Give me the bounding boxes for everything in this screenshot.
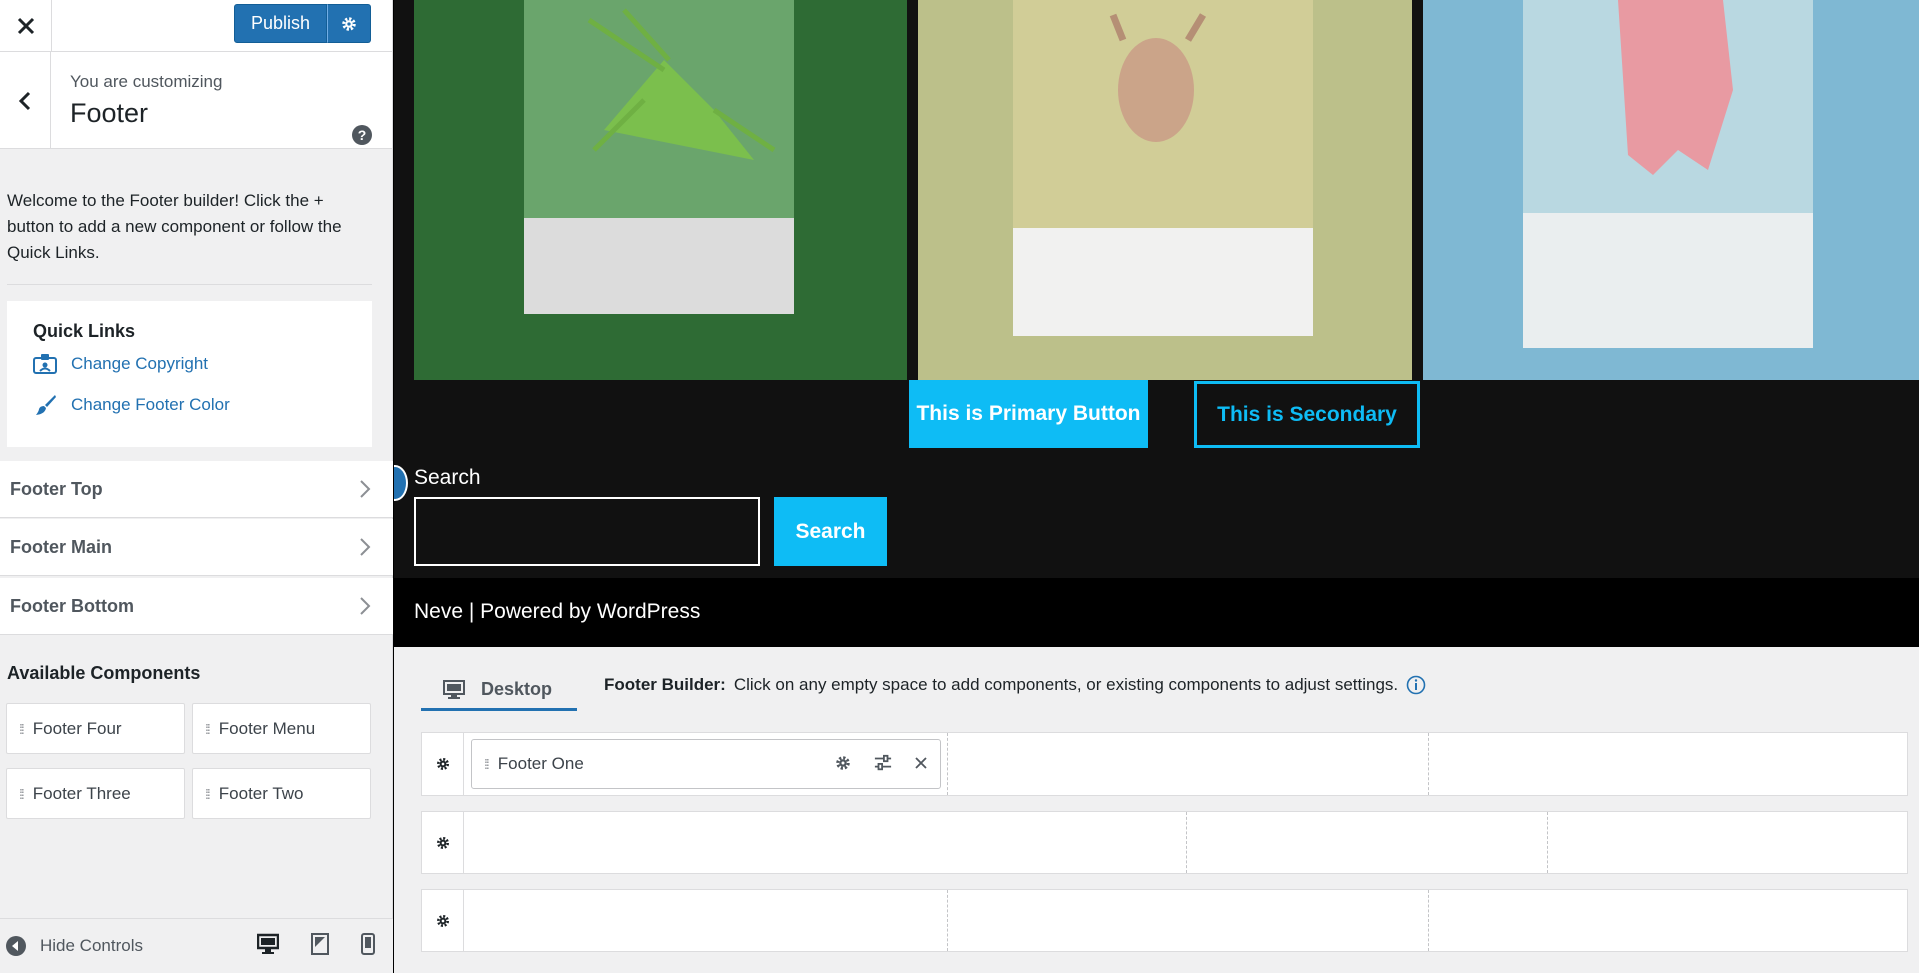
section-item-footer-bottom[interactable]: Footer Bottom bbox=[0, 578, 393, 635]
tablet-icon[interactable] bbox=[311, 933, 329, 955]
svg-text:?: ? bbox=[358, 127, 367, 143]
component-label: Footer Three bbox=[32, 783, 131, 803]
gallery-image-grasshopper bbox=[414, 0, 907, 380]
quick-links-box: Quick Links Change Copyright Change Foot… bbox=[7, 301, 372, 447]
component-actions bbox=[834, 754, 928, 772]
chevron-left-icon bbox=[18, 91, 31, 110]
column-divider bbox=[1186, 812, 1187, 873]
info-icon[interactable] bbox=[1406, 675, 1426, 695]
close-icon bbox=[17, 17, 34, 35]
section-item-label: Footer Top bbox=[10, 478, 103, 499]
customizing-breadcrumb: You are customizing Footer ? bbox=[0, 52, 392, 149]
row-settings-button[interactable] bbox=[422, 890, 464, 951]
close-icon[interactable] bbox=[914, 756, 928, 770]
mobile-icon[interactable] bbox=[361, 933, 375, 955]
quick-links-title: Quick Links bbox=[33, 321, 136, 341]
gallery-image-pink-dog bbox=[1423, 0, 1919, 380]
builder-note-title: Footer Builder: bbox=[604, 675, 726, 694]
hide-controls-label: Hide Controls bbox=[40, 936, 143, 955]
gear-icon bbox=[436, 914, 449, 927]
column-divider bbox=[1547, 812, 1548, 873]
primary-button[interactable]: This is Primary Button bbox=[909, 380, 1148, 448]
section-item-footer-main[interactable]: Footer Main bbox=[0, 519, 393, 576]
welcome-text: Welcome to the Footer builder! Click the… bbox=[7, 191, 342, 262]
desktop-icon bbox=[443, 679, 465, 699]
site-preview: This is Primary Button This is Secondary… bbox=[394, 0, 1919, 647]
component-label: Footer Four bbox=[32, 718, 122, 738]
drag-handle-icon[interactable]: ⁞⁞ bbox=[205, 787, 211, 801]
section-title: Footer bbox=[70, 98, 149, 128]
tab-label: Desktop bbox=[481, 679, 553, 699]
back-button[interactable] bbox=[0, 52, 51, 149]
help-icon[interactable]: ? bbox=[352, 125, 372, 150]
row-settings-button[interactable] bbox=[422, 812, 464, 873]
search-label: Search bbox=[414, 466, 481, 489]
customizing-label: You are customizing bbox=[70, 72, 223, 91]
search-input[interactable] bbox=[414, 497, 760, 566]
column-divider bbox=[1428, 890, 1429, 951]
builder-row-bottom[interactable] bbox=[421, 889, 1908, 952]
id-card-icon bbox=[33, 354, 57, 374]
builder-instructions: Footer Builder: Click on any empty space… bbox=[604, 675, 1426, 695]
component-footer-menu[interactable]: ⁞⁞ Footer Menu bbox=[192, 703, 371, 754]
change-copyright-link[interactable]: Change Copyright bbox=[33, 353, 208, 375]
component-label: Footer One bbox=[497, 754, 584, 773]
tab-desktop[interactable]: Desktop bbox=[421, 671, 577, 711]
edit-shortcut-icon[interactable] bbox=[394, 465, 408, 501]
close-customizer-button[interactable] bbox=[0, 0, 52, 52]
component-footer-three[interactable]: ⁞⁞ Footer Three bbox=[6, 768, 185, 819]
customizer-panel: Publish You are customizing Footer ? Wel… bbox=[0, 0, 393, 973]
placed-component-footer-one[interactable]: ⁞⁞ Footer One bbox=[471, 739, 941, 789]
section-item-footer-top[interactable]: Footer Top bbox=[0, 461, 393, 518]
quick-link-label: Change Copyright bbox=[71, 354, 209, 373]
builder-row-top[interactable]: ⁞⁞ Footer One bbox=[421, 732, 1908, 796]
quick-link-label: Change Footer Color bbox=[71, 395, 230, 414]
drag-handle-icon[interactable]: ⁞⁞ bbox=[205, 722, 211, 736]
component-footer-two[interactable]: ⁞⁞ Footer Two bbox=[192, 768, 371, 819]
paint-brush-icon bbox=[36, 395, 56, 415]
panel-footer: Hide Controls bbox=[0, 918, 393, 973]
drag-handle-icon[interactable]: ⁞⁞ bbox=[484, 757, 490, 771]
gallery-image-deer bbox=[918, 0, 1412, 380]
chevron-right-icon bbox=[360, 597, 371, 615]
publish-group: Publish bbox=[233, 4, 371, 43]
column-divider bbox=[947, 890, 948, 951]
search-button[interactable]: Search bbox=[774, 497, 887, 566]
column-divider bbox=[947, 733, 948, 795]
hide-controls-button[interactable]: Hide Controls bbox=[0, 936, 143, 956]
component-label: Footer Two bbox=[218, 783, 304, 803]
desktop-icon[interactable] bbox=[257, 933, 279, 955]
builder-note-text: Click on any empty space to add componen… bbox=[733, 675, 1399, 694]
builder-row-main[interactable] bbox=[421, 811, 1908, 874]
available-components-title: Available Components bbox=[7, 663, 201, 683]
sliders-icon[interactable] bbox=[874, 754, 892, 772]
divider bbox=[7, 284, 372, 285]
secondary-button[interactable]: This is Secondary bbox=[1194, 381, 1420, 448]
component-label: Footer Menu bbox=[218, 718, 316, 738]
gear-icon[interactable] bbox=[834, 754, 852, 772]
drag-handle-icon[interactable]: ⁞⁞ bbox=[19, 787, 25, 801]
row-settings-button[interactable] bbox=[422, 733, 464, 795]
publish-button[interactable]: Publish bbox=[233, 4, 327, 43]
footer-builder: Desktop Footer Builder: Click on any emp… bbox=[394, 647, 1919, 973]
gear-icon bbox=[436, 836, 449, 849]
section-item-label: Footer Main bbox=[10, 536, 112, 557]
chevron-right-icon bbox=[360, 538, 371, 556]
collapse-arrow-icon bbox=[6, 936, 26, 956]
component-footer-four[interactable]: ⁞⁞ Footer Four bbox=[6, 703, 185, 754]
footer-bottom-bar: Neve | Powered by WordPress bbox=[394, 578, 1919, 647]
column-divider bbox=[1428, 733, 1429, 795]
publish-settings-button[interactable] bbox=[327, 4, 371, 43]
gear-icon bbox=[436, 758, 449, 770]
device-preview-toggles bbox=[257, 933, 375, 955]
panel-header: Publish bbox=[0, 0, 392, 52]
section-item-label: Footer Bottom bbox=[10, 595, 134, 616]
gear-icon bbox=[342, 16, 356, 31]
drag-handle-icon[interactable]: ⁞⁞ bbox=[19, 722, 25, 736]
change-footer-color-link[interactable]: Change Footer Color bbox=[33, 394, 230, 416]
powered-by-text: Neve | Powered by WordPress bbox=[414, 600, 701, 623]
chevron-right-icon bbox=[360, 480, 371, 498]
